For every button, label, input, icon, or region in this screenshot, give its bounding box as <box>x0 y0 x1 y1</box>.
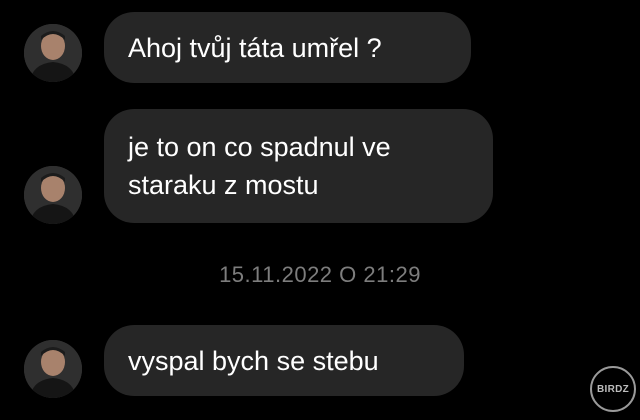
sender-avatar[interactable] <box>24 166 82 224</box>
person-avatar-icon <box>24 340 82 398</box>
message-bubble[interactable]: Ahoj tvůj táta umřel ? <box>104 12 471 83</box>
message-text: je to on co spadnul ve staraku z mostu <box>128 132 391 200</box>
sender-avatar[interactable] <box>24 340 82 398</box>
person-avatar-icon <box>24 166 82 224</box>
message-bubble[interactable]: vyspal bych se stebu <box>104 325 464 396</box>
message-text: vyspal bych se stebu <box>128 346 379 376</box>
watermark-text: BIRDZ <box>596 383 630 395</box>
timestamp-text: 15.11.2022 O 21:29 <box>219 262 421 287</box>
person-avatar-icon <box>24 24 82 82</box>
message-timestamp: 15.11.2022 O 21:29 <box>0 262 640 288</box>
message-bubble[interactable]: je to on co spadnul ve staraku z mostu <box>104 109 493 223</box>
sender-avatar[interactable] <box>24 24 82 82</box>
watermark-logo: BIRDZ <box>590 366 636 412</box>
message-text: Ahoj tvůj táta umřel ? <box>128 33 382 63</box>
